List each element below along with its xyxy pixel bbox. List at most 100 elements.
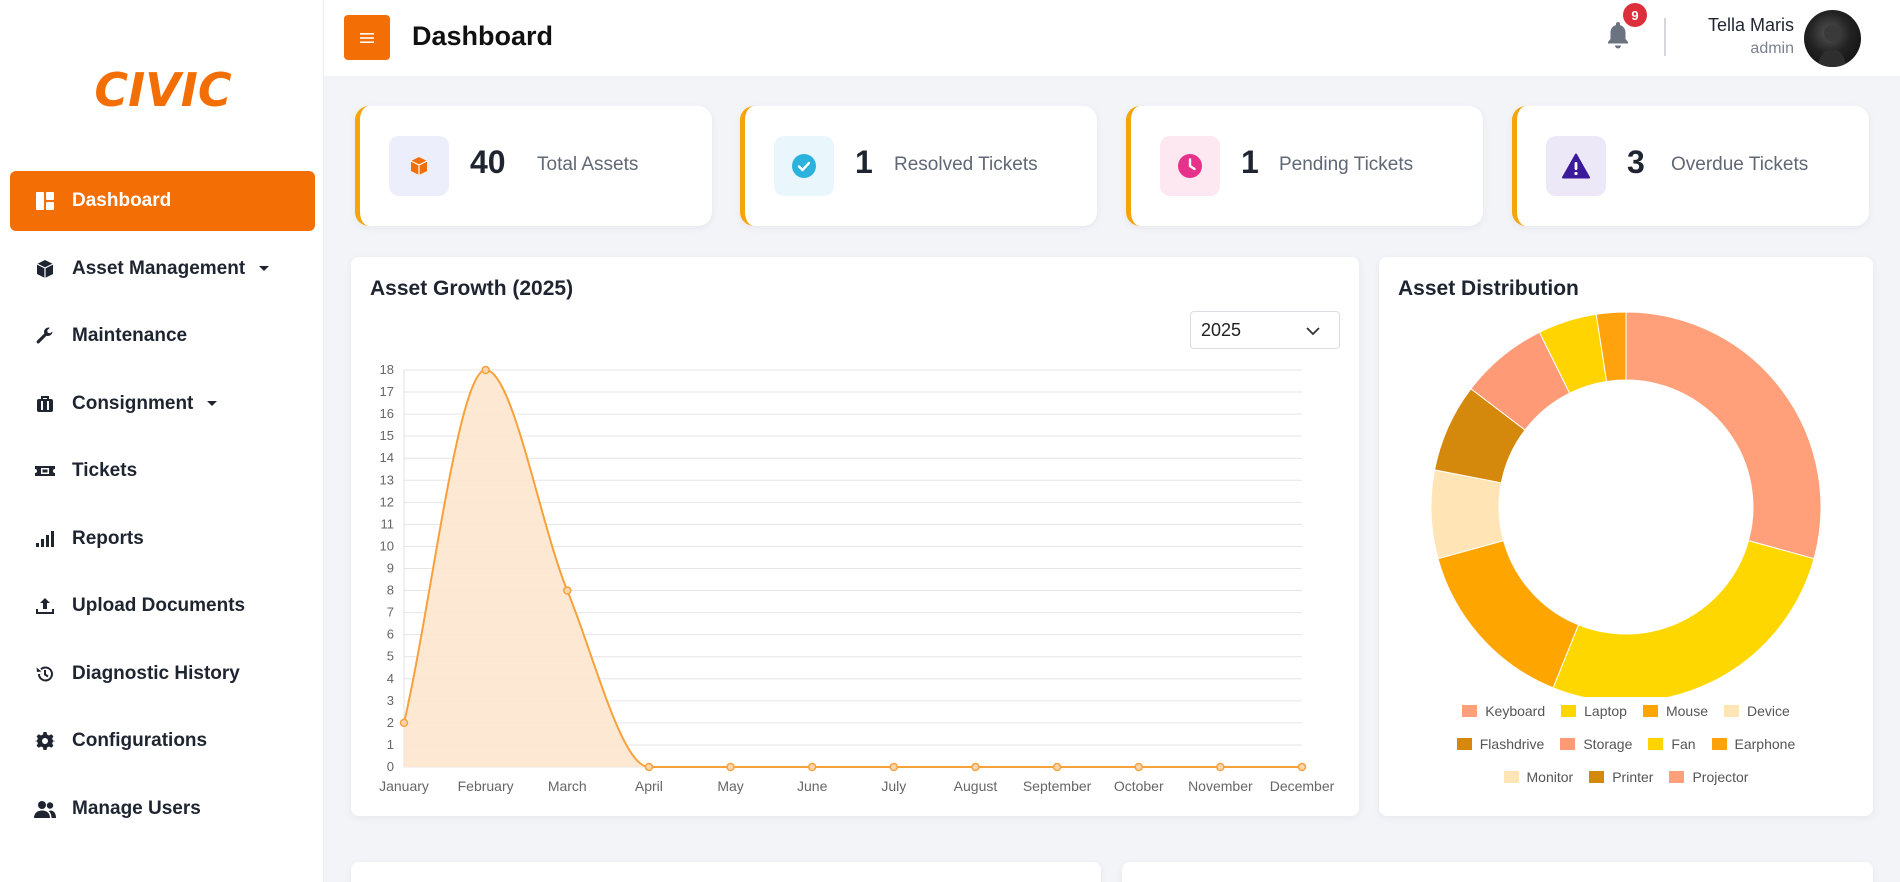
legend-item-flashdrive[interactable]: Flashdrive: [1456, 734, 1544, 753]
check-circle-icon: [774, 136, 834, 196]
data-point-august[interactable]: [971, 762, 980, 772]
legend-item-mouse[interactable]: Mouse: [1642, 701, 1708, 720]
sidebar-item-label: Tickets: [72, 460, 138, 481]
box-icon: [389, 136, 449, 196]
slice-keyboard[interactable]: [1625, 311, 1822, 560]
y-tick-label: 0: [387, 759, 394, 774]
slice-mouse[interactable]: [1437, 540, 1580, 689]
gear-icon: [32, 731, 58, 751]
asset-growth-chart: 0123456789101112131415161718January Febru…: [379, 362, 1335, 794]
sidebar-item-dashboard[interactable]: Dashboard: [10, 171, 315, 231]
stat-card-resolved-tickets[interactable]: 1 Resolved Tickets: [740, 106, 1097, 226]
sidebar-item-label: Manage Users: [72, 797, 201, 819]
page-title: Dashboard: [412, 21, 554, 51]
sidebar-item-label: Asset Management: [72, 257, 246, 279]
civic-logo[interactable]: CIVIC: [88, 66, 238, 112]
x-tick-label: November: [1188, 778, 1253, 794]
legend-item-monitor[interactable]: Monitor: [1503, 767, 1574, 786]
legend-swatch: [1648, 737, 1664, 750]
briefcase-icon: [32, 394, 58, 414]
legend-item-fan[interactable]: Fan: [1648, 734, 1696, 753]
data-point-may[interactable]: [726, 762, 735, 772]
y-tick-label: 15: [380, 428, 394, 443]
legend-item-laptop[interactable]: Laptop: [1561, 701, 1627, 720]
bottom-right-panel: [1122, 862, 1873, 882]
clock-icon: [1160, 136, 1220, 196]
y-tick-label: 1: [387, 737, 394, 752]
legend-item-storage[interactable]: Storage: [1560, 734, 1632, 753]
notification-count-badge: 9: [1623, 3, 1647, 27]
data-point-january[interactable]: [399, 718, 409, 728]
data-point-july[interactable]: [889, 762, 899, 772]
sidebar-item-upload-documents[interactable]: Upload Documents: [10, 576, 315, 636]
legend-item-device[interactable]: Device: [1724, 701, 1790, 720]
y-tick-label: 13: [380, 472, 394, 487]
sidebar-item-label: Consignment: [72, 392, 194, 414]
data-point-november[interactable]: [1216, 762, 1225, 772]
caret-down-icon: [259, 266, 270, 271]
legend-row: Keyboard Laptop Mouse Device: [1379, 701, 1873, 720]
legend-label: Keyboard: [1485, 702, 1546, 719]
sidebar-item-asset-management[interactable]: Asset Management: [10, 239, 315, 299]
top-header: Dashboard 9 Tella Maris admin: [324, 0, 1900, 76]
slice-laptop[interactable]: [1552, 540, 1815, 697]
y-tick-label: 7: [387, 605, 394, 620]
signal-bars-icon: [32, 529, 58, 549]
sidebar-item-manage-users[interactable]: Manage Users: [10, 779, 315, 839]
data-point-march[interactable]: [563, 586, 572, 595]
stat-value: 1: [855, 144, 873, 180]
asset-distribution-chart: [1430, 311, 1822, 697]
header-divider: [1664, 18, 1666, 56]
box-icon: [32, 259, 58, 279]
stat-card-overdue-tickets[interactable]: 3 Overdue Tickets: [1512, 106, 1869, 226]
avatar[interactable]: [1804, 10, 1861, 67]
y-tick-label: 4: [387, 671, 394, 686]
menu-toggle-button[interactable]: [344, 15, 390, 60]
legend-item-projector[interactable]: Projector: [1669, 767, 1748, 786]
legend-item-keyboard[interactable]: Keyboard: [1462, 701, 1545, 720]
y-tick-label: 17: [380, 384, 394, 399]
legend-item-printer[interactable]: Printer: [1589, 767, 1653, 786]
dashboard-icon: [32, 191, 58, 211]
data-point-april[interactable]: [644, 762, 654, 772]
data-point-september[interactable]: [1052, 762, 1062, 772]
legend-label: Device: [1747, 702, 1790, 719]
y-tick-label: 8: [387, 583, 394, 598]
legend-swatch: [1560, 737, 1576, 750]
data-point-june[interactable]: [807, 762, 817, 772]
sidebar-item-tickets[interactable]: Tickets: [10, 441, 315, 501]
data-point-december[interactable]: [1297, 762, 1307, 772]
y-tick-label: 10: [380, 538, 394, 553]
stat-card-total-assets[interactable]: 40 Total Assets: [355, 106, 712, 226]
legend-item-earphone[interactable]: Earphone: [1711, 734, 1796, 753]
stat-card-pending-tickets[interactable]: 1 Pending Tickets: [1126, 106, 1483, 226]
sidebar-item-consignment[interactable]: Consignment: [10, 374, 315, 434]
y-tick-label: 14: [380, 450, 394, 465]
x-tick-label: February: [458, 778, 514, 794]
x-tick-label: July: [881, 778, 906, 794]
x-tick-label: October: [1114, 778, 1164, 794]
stat-value: 1: [1241, 144, 1259, 180]
legend-swatch: [1561, 704, 1577, 717]
y-tick-label: 18: [380, 362, 394, 377]
legend-label: Fan: [1671, 735, 1696, 752]
x-tick-label: May: [717, 778, 743, 794]
y-tick-label: 6: [387, 627, 394, 642]
legend-label: Earphone: [1734, 735, 1796, 752]
legend-swatch: [1724, 704, 1739, 717]
data-point-october[interactable]: [1134, 762, 1143, 772]
stat-value: 40: [470, 144, 506, 180]
y-tick-label: 16: [380, 406, 394, 421]
sidebar: CIVIC Dashboard Asset Management Maintenan…: [0, 0, 324, 882]
y-tick-label: 2: [387, 715, 394, 730]
x-tick-label: April: [635, 778, 663, 794]
distribution-legend: Keyboard Laptop Mouse Device Flashdrive Stora…: [1379, 701, 1873, 800]
legend-label: Monitor: [1526, 768, 1574, 785]
wrench-icon: [32, 326, 58, 346]
legend-label: Projector: [1692, 768, 1749, 785]
sidebar-item-diagnostic-history[interactable]: Diagnostic History: [10, 644, 315, 704]
sidebar-item-maintenance[interactable]: Maintenance: [10, 306, 315, 366]
data-point-february[interactable]: [481, 365, 490, 375]
sidebar-item-configurations[interactable]: Configurations: [10, 711, 315, 771]
sidebar-item-reports[interactable]: Reports: [10, 509, 315, 569]
